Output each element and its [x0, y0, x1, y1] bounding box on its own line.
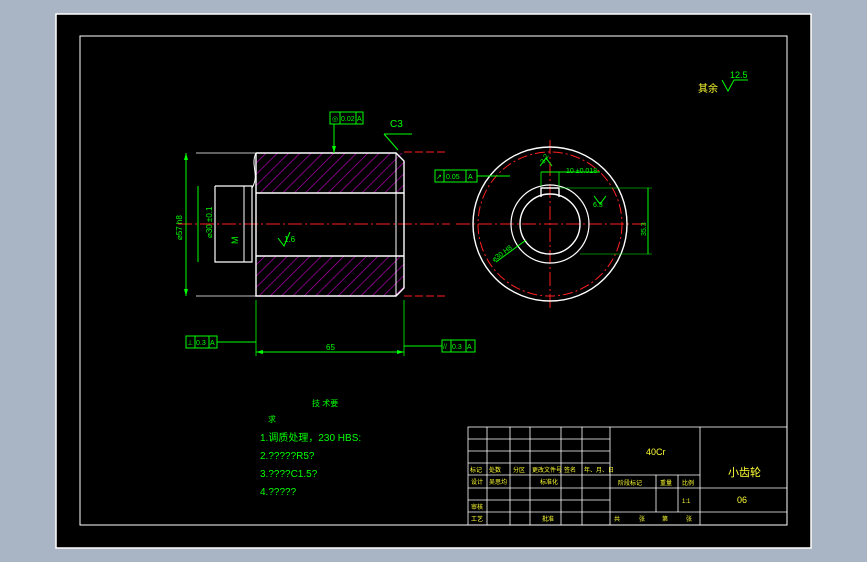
tb-process-label: 工艺: [471, 515, 483, 523]
notes-title-cont: 求: [268, 414, 276, 424]
tb-approve-label: 批准: [542, 515, 554, 523]
note-1: 1.调质处理，230 HBS:: [260, 432, 361, 444]
dim-key-depth: 35.3: [641, 222, 648, 236]
tol-left-value: 0.3: [196, 340, 206, 347]
tol-left-symbol: ⊥: [187, 340, 193, 347]
tol-right-value: 0.3: [452, 344, 462, 351]
dim-length: 65: [326, 343, 335, 352]
tb-material: 40Cr: [646, 447, 666, 457]
section-hatch-bottom: [256, 256, 404, 296]
tb-row1-label-6: 年、月、日: [584, 466, 614, 474]
tb-review-label: 审核: [471, 503, 483, 511]
tol-top-value: 0.02: [341, 116, 355, 123]
notes-title: 技 术要: [312, 398, 338, 408]
tb-sheets-4: 张: [686, 515, 692, 523]
dim-thread: M: [230, 237, 240, 245]
note-2: 2.?????R5?: [260, 451, 315, 462]
tb-weight-label: 重量: [660, 479, 672, 487]
tb-drawing-number: 06: [737, 495, 747, 505]
tol-runout-symbol: ↗: [436, 174, 442, 181]
note-3: 3.????C1.5?: [260, 469, 318, 480]
tol-runout-value: 0.05: [446, 174, 460, 181]
tb-row1-label-2: 处数: [489, 466, 501, 474]
section-hatch-top: [256, 153, 404, 193]
tb-scale-value: 1:1: [682, 499, 691, 505]
dim-bore-dia: ⌀30 ±0.1: [205, 206, 214, 238]
tb-row1-label-3: 分区: [513, 466, 525, 474]
finish-key: 6.3: [593, 202, 603, 209]
tol-right-symbol: //: [443, 344, 447, 351]
finish-general-label: 其余: [698, 82, 718, 95]
dim-outer-dia: ⌀57 h8: [175, 215, 184, 240]
tb-stage-label: 阶段标记: [618, 479, 642, 487]
tb-row1-label-5: 签名: [564, 466, 576, 474]
tol-top-datum: A: [357, 116, 362, 123]
drawing-canvas: 其余 12.5 ⌀57 h8 ⌀30 ±0.1 M 1.6 65 C3 ◎ 0.…: [55, 13, 812, 549]
cad-viewport: 其余 12.5 ⌀57 h8 ⌀30 ±0.1 M 1.6 65 C3 ◎ 0.…: [0, 0, 867, 562]
tb-sheets-1: 共: [614, 515, 620, 523]
finish-inner: 1.6: [284, 235, 296, 244]
tb-row1-label-4: 更改文件号: [532, 466, 562, 474]
tol-top-symbol: ◎: [332, 116, 338, 123]
note-4: 4.?????: [260, 487, 297, 498]
finish-general-value: 12.5: [730, 70, 748, 80]
tb-scale-label: 比例: [682, 479, 694, 487]
tb-standard-label: 标准化: [540, 478, 558, 486]
tb-designer: 吴思均: [489, 478, 507, 486]
tb-sheets-3: 第: [662, 515, 668, 523]
tol-right-datum: A: [467, 344, 472, 351]
tb-part-name: 小齿轮: [728, 465, 761, 479]
tb-row1-label-1: 标记: [470, 466, 482, 474]
tol-runout-datum: A: [468, 174, 473, 181]
tb-sheets-2: 张: [639, 515, 645, 523]
tol-left-datum: A: [210, 340, 215, 347]
chamfer-label: C3: [390, 119, 403, 130]
tb-design-label: 设计: [471, 478, 483, 486]
dim-key-width: 10 ±0.018: [566, 168, 597, 175]
